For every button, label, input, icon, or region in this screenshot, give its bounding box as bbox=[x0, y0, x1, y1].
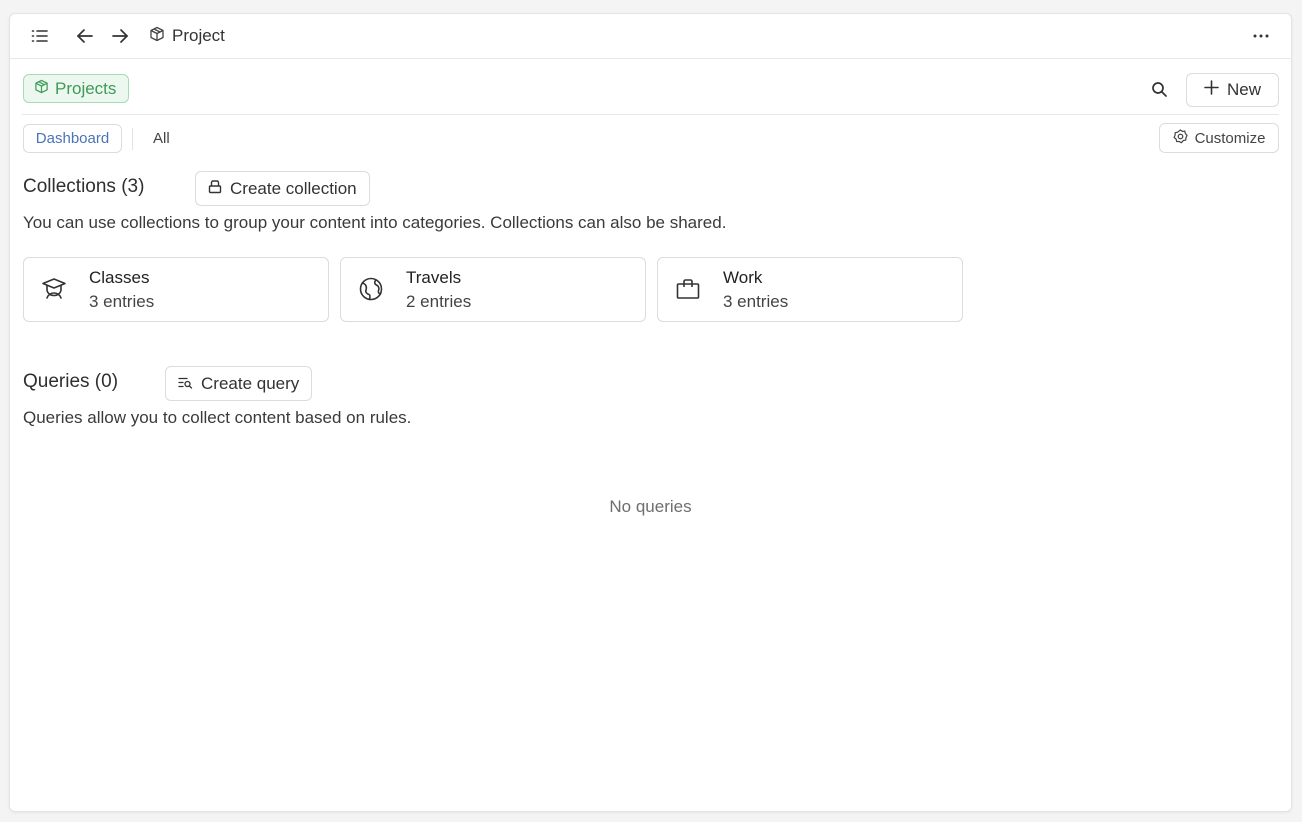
plus-icon bbox=[1204, 80, 1219, 100]
projects-tag-label: Projects bbox=[55, 78, 117, 98]
collection-name: Classes bbox=[89, 268, 150, 287]
queries-title: Queries (0) bbox=[23, 371, 119, 392]
page-title: Project bbox=[172, 26, 225, 45]
tab-all-label: All bbox=[153, 130, 170, 147]
query-icon bbox=[178, 374, 193, 394]
search-icon[interactable] bbox=[1145, 75, 1173, 103]
create-query-button[interactable]: Create query bbox=[165, 366, 313, 401]
globe-icon bbox=[357, 275, 385, 303]
create-collection-label: Create collection bbox=[230, 178, 357, 198]
gear-icon bbox=[1173, 128, 1188, 148]
more-horizontal-icon[interactable] bbox=[1247, 22, 1275, 50]
app-window: Project Projects New Dashboard All Custo… bbox=[9, 13, 1292, 812]
arrow-right-icon[interactable] bbox=[106, 22, 134, 50]
customize-button[interactable]: Customize bbox=[1159, 123, 1279, 153]
create-query-label: Create query bbox=[201, 373, 300, 393]
briefcase-icon bbox=[674, 275, 702, 303]
new-button-label: New bbox=[1226, 80, 1261, 99]
collection-card-work[interactable]: Work 3 entries bbox=[657, 257, 963, 322]
list-icon[interactable] bbox=[26, 22, 54, 50]
collection-card-classes[interactable]: Classes 3 entries bbox=[23, 257, 329, 322]
breadcrumb[interactable]: Project bbox=[149, 25, 225, 47]
empty-state: No queries bbox=[609, 497, 692, 516]
tab-dashboard-label: Dashboard bbox=[35, 130, 110, 147]
new-button[interactable]: New bbox=[1186, 73, 1279, 107]
cube-icon bbox=[149, 26, 165, 47]
arrow-left-icon[interactable] bbox=[71, 22, 99, 50]
collection-count: 2 entries bbox=[406, 292, 472, 311]
cube-icon bbox=[34, 79, 49, 99]
collection-card-travels[interactable]: Travels 2 entries bbox=[340, 257, 646, 322]
collections-title: Collections (3) bbox=[23, 176, 145, 197]
create-collection-button[interactable]: Create collection bbox=[195, 171, 370, 206]
collection-icon bbox=[208, 179, 222, 199]
header-row: Projects New bbox=[22, 59, 1279, 115]
tab-divider bbox=[132, 128, 133, 150]
collection-count: 3 entries bbox=[89, 292, 155, 311]
collection-name: Travels bbox=[406, 268, 462, 287]
collection-name: Work bbox=[723, 268, 763, 287]
collection-count: 3 entries bbox=[723, 292, 789, 311]
customize-label: Customize bbox=[1194, 129, 1266, 147]
collections-description: You can use collections to group your co… bbox=[23, 213, 727, 232]
projects-tag[interactable]: Projects bbox=[23, 74, 130, 103]
queries-description: Queries allow you to collect content bas… bbox=[23, 408, 412, 427]
tab-dashboard[interactable]: Dashboard bbox=[23, 124, 122, 153]
tab-all[interactable]: All bbox=[153, 124, 170, 153]
top-toolbar: Project bbox=[10, 14, 1291, 59]
graduation-cap-icon bbox=[40, 275, 68, 303]
